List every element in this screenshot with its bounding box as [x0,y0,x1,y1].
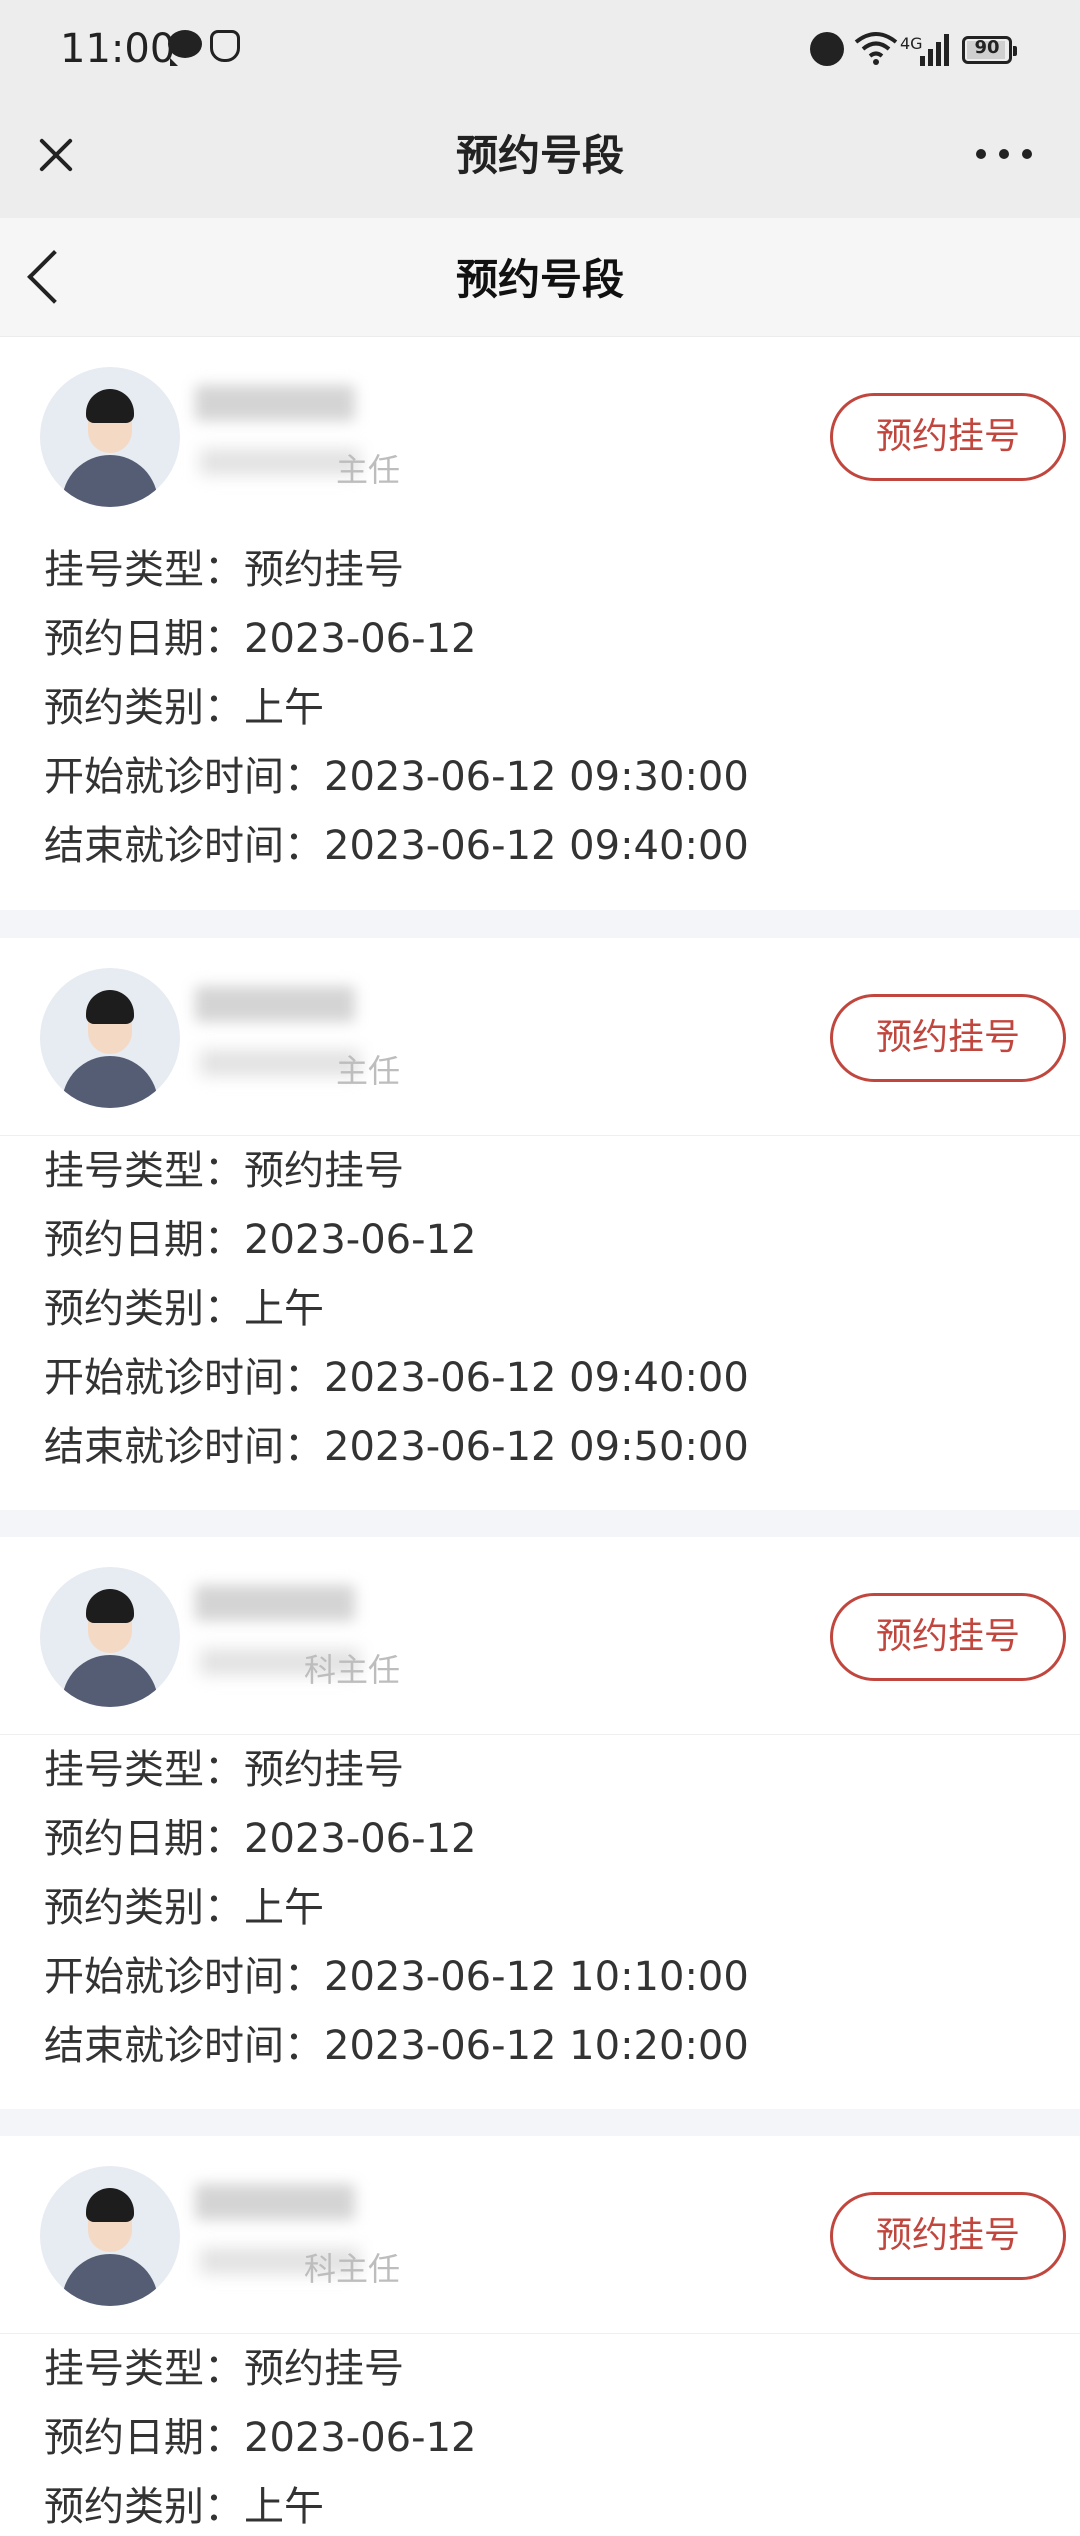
card-separator [0,2333,1080,2334]
info-row-session: 预约类别：上午 [44,2484,324,2530]
info-row-registration-type: 挂号类型：预约挂号 [44,547,404,593]
chat-icon [168,30,202,66]
card-separator [0,1734,1080,1735]
info-row-registration-type: 挂号类型：预约挂号 [44,1747,404,1793]
wifi-icon [854,32,898,65]
battery-icon: 90 [962,36,1017,64]
info-row-session: 预约类别：上午 [44,685,324,731]
doctor-avatar [40,2166,180,2306]
signal-icon [920,30,949,66]
info-row-date: 预约日期：2023-06-12 [44,1816,477,1862]
battery-level: 90 [974,37,1000,58]
shield-icon [210,30,240,62]
info-row-end-time: 结束就诊时间：2023-06-12 10:20:00 [44,2023,749,2069]
book-appointment-button[interactable]: 预约挂号 [830,2192,1066,2280]
book-appointment-button[interactable]: 预约挂号 [830,994,1066,1082]
page-title: 预约号段 [455,255,624,304]
doctor-avatar [40,968,180,1108]
doctor-card: 主任 预约挂号 挂号类型：预约挂号 预约日期：2023-06-12 预约类别：上… [0,337,1080,910]
doctor-title: 主任 [200,445,400,489]
wechat-title: 预约号段 [455,131,624,180]
doctor-avatar [40,367,180,507]
doctor-card: 科主任 预约挂号 挂号类型：预约挂号 预约日期：2023-06-12 预约类别：… [0,2136,1080,2536]
info-row-date: 预约日期：2023-06-12 [44,1217,477,1263]
info-row-start-time: 开始就诊时间：2023-06-12 10:10:00 [44,1954,749,2000]
info-row-date: 预约日期：2023-06-12 [44,2415,477,2461]
doctor-name-redacted [195,2184,355,2220]
card-separator [0,1135,1080,1136]
info-row-date: 预约日期：2023-06-12 [44,616,477,662]
card-divider [0,1510,1080,1538]
info-row-end-time: 结束就诊时间：2023-06-12 09:40:00 [44,823,749,869]
doctor-title: 主任 [200,1046,400,1090]
doctor-avatar [40,1567,180,1707]
status-bar: 11:00 4G 90 [0,0,1080,100]
doctor-title: 科主任 [200,2244,400,2288]
info-row-end-time: 结束就诊时间：2023-06-12 09:50:00 [44,1424,749,1470]
info-row-session: 预约类别：上午 [44,1286,324,1332]
book-appointment-button[interactable]: 预约挂号 [830,393,1066,481]
doctor-name-redacted [195,385,355,421]
alarm-icon [810,32,844,66]
book-appointment-button[interactable]: 预约挂号 [830,1593,1066,1681]
card-divider [0,910,1080,938]
info-row-registration-type: 挂号类型：预约挂号 [44,2346,404,2392]
info-row-session: 预约类别：上午 [44,1885,324,1931]
doctor-card: 科主任 预约挂号 挂号类型：预约挂号 预约日期：2023-06-12 预约类别：… [0,1537,1080,2109]
doctor-card: 主任 预约挂号 挂号类型：预约挂号 预约日期：2023-06-12 预约类别：上… [0,938,1080,1510]
doctor-name-redacted [195,986,355,1022]
more-icon[interactable] [976,144,1032,164]
status-time: 11:00 [60,26,176,72]
info-row-start-time: 开始就诊时间：2023-06-12 09:30:00 [44,754,749,800]
doctor-name-redacted [195,1585,355,1621]
card-divider [0,2109,1080,2137]
info-row-registration-type: 挂号类型：预约挂号 [44,1148,404,1194]
doctor-title: 科主任 [200,1645,400,1689]
info-row-start-time: 开始就诊时间：2023-06-12 09:40:00 [44,1355,749,1401]
